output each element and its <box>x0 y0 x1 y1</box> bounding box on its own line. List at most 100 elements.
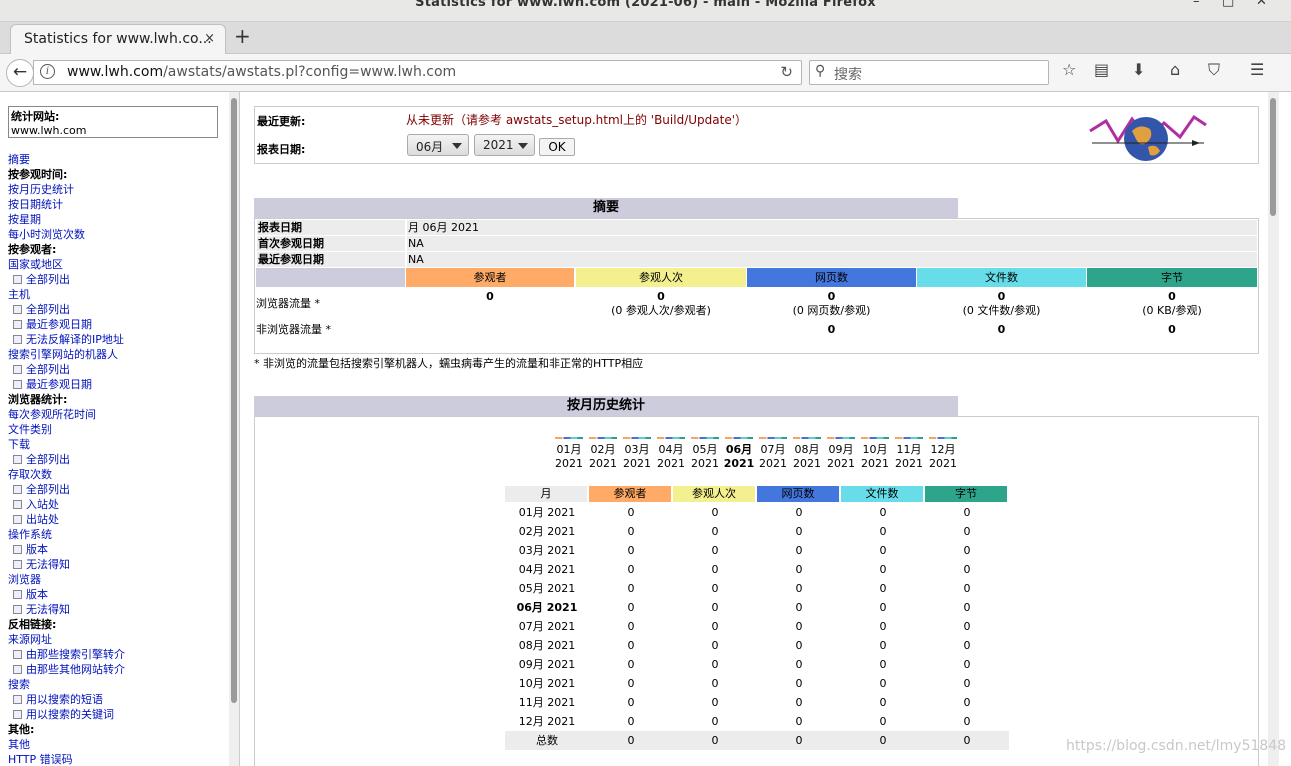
list-icon <box>13 305 22 314</box>
list-icon <box>13 365 22 374</box>
sidebar-item[interactable]: 主机 <box>8 287 228 302</box>
sidebar-item[interactable]: 下载 <box>8 437 228 452</box>
minimize-icon[interactable]: – <box>1193 0 1200 9</box>
sidebar-item[interactable]: 每次参观所花时间 <box>8 407 228 422</box>
list-icon <box>13 455 22 464</box>
ok-button[interactable]: OK <box>539 138 575 156</box>
list-icon <box>13 380 22 389</box>
sidebar-item[interactable]: 国家或地区 <box>8 257 228 272</box>
th-visitors: 参观者 <box>589 486 671 502</box>
list-icon <box>13 650 22 659</box>
sidebar-item[interactable]: 来源网址 <box>8 632 228 647</box>
window-titlebar: Statistics for www.lwh.com (2021-06) - m… <box>0 0 1291 22</box>
left-menu-frame: 统计网站: www.lwh.com 摘要 按参观时间: 按月历史统计 按日期统计 按星期… <box>0 92 240 766</box>
browser-traffic-label: 浏览器流量 * <box>256 297 320 310</box>
month-column: 10月 2021 <box>859 437 891 471</box>
browser-bytes: 0 (0 KB/参观) <box>1142 290 1202 317</box>
month-column: 08月 2021 <box>791 437 823 471</box>
left-scrollbar[interactable] <box>229 92 239 766</box>
reader-list-icon[interactable]: ▤ <box>1094 60 1109 79</box>
table-row: 06月 2021 0 0 0 0 0 <box>516 601 971 614</box>
month-column: 12月 2021 <box>927 437 959 471</box>
sidebar-item[interactable]: 按星期 <box>8 212 228 227</box>
month-select[interactable]: 06月 <box>407 134 469 156</box>
table-row: 09月 2021 0 0 0 0 0 <box>518 658 971 671</box>
sidebar-item[interactable]: 按月历史统计 <box>8 182 228 197</box>
sidebar-item[interactable]: 摘要 <box>8 152 228 167</box>
download-icon[interactable]: ⬇ <box>1132 60 1145 79</box>
sidebar-item[interactable]: 其他 <box>8 737 228 752</box>
sidebar-item: 浏览器统计: <box>8 393 68 406</box>
sidebar-item[interactable]: 版本 <box>8 587 228 602</box>
main-scrollbar[interactable] <box>1268 92 1279 766</box>
sidebar-item[interactable]: 每小时浏览次数 <box>8 227 228 242</box>
back-button-icon[interactable]: ← <box>6 59 34 87</box>
sidebar-item: 按参观时间: <box>8 168 68 181</box>
sidebar-item[interactable]: 由那些其他网站转介 <box>8 662 228 677</box>
table-row: 07月 2021 0 0 0 0 0 <box>518 620 971 633</box>
url-bar[interactable]: i www.lwh.com/awstats/awstats.pl?config=… <box>33 60 802 85</box>
traffic-note: * 非浏览的流量包括搜索引擎机器人，蠕虫病毒产生的流量和非正常的HTTP相应 <box>254 357 644 370</box>
month-column: 04月 2021 <box>655 437 687 471</box>
info-icon[interactable]: i <box>40 64 55 79</box>
maximize-icon[interactable]: □ <box>1222 0 1234 9</box>
th-pages: 网页数 <box>757 486 839 502</box>
browser-files: 0 (0 文件数/参观) <box>962 290 1041 317</box>
table-row: 01月 2021 0 0 0 0 0 <box>518 506 971 519</box>
sidebar-item[interactable]: 入站处 <box>8 497 228 512</box>
tab-bar: Statistics for www.lwh.co... × + <box>0 22 1291 54</box>
sidebar-item[interactable]: 搜索 <box>8 677 228 692</box>
sidebar-item[interactable]: 最近参观日期 <box>8 317 228 332</box>
sidebar-item[interactable]: 全部列出 <box>8 452 228 467</box>
sidebar-item[interactable]: 搜索引擎网站的机器人 <box>8 347 228 362</box>
list-icon <box>13 335 22 344</box>
sidebar-item[interactable]: 全部列出 <box>8 272 228 287</box>
home-icon[interactable]: ⌂ <box>1170 60 1180 79</box>
sidebar-item[interactable]: 操作系统 <box>8 527 228 542</box>
nav-toolbar: ← i www.lwh.com/awstats/awstats.pl?confi… <box>0 54 1291 92</box>
table-row: 总数 0 0 0 0 0 <box>505 731 1009 750</box>
month-column: 05月 2021 <box>689 437 721 471</box>
month-column: 09月 2021 <box>825 437 857 471</box>
browser-tab[interactable]: Statistics for www.lwh.co... × <box>10 24 226 54</box>
pocket-icon[interactable]: ⛉ <box>1208 60 1220 80</box>
month-column: 07月 2021 <box>757 437 789 471</box>
sidebar-item[interactable]: 由那些搜索引擎转介 <box>8 647 228 662</box>
th-bytes: 字节 <box>925 486 1007 502</box>
sidebar-item[interactable]: 最近参观日期 <box>8 377 228 392</box>
sidebar-item[interactable]: 浏览器 <box>8 572 228 587</box>
search-input[interactable]: ⚲ 搜索 <box>809 60 1049 85</box>
history-box: 01月 2021 02月 2021 03月 2021 04月 2021 05月 2021 06月 20… <box>254 416 1259 766</box>
sidebar-item[interactable]: 全部列出 <box>8 302 228 317</box>
month-column: 06月 2021 <box>723 437 755 471</box>
table-row: 10月 2021 0 0 0 0 0 <box>518 677 971 690</box>
sidebar-item[interactable]: 全部列出 <box>8 482 228 497</box>
sidebar-item[interactable]: 无法得知 <box>8 557 228 572</box>
sidebar-item[interactable]: 按日期统计 <box>8 197 228 212</box>
summary-empty-header <box>256 268 405 287</box>
last-update-value[interactable]: 从未更新（请参考 awstats_setup.html上的 'Build/Upd… <box>406 111 747 128</box>
sidebar-item[interactable]: 出站处 <box>8 512 228 527</box>
sidebar-item[interactable]: 用以搜索的关键词 <box>8 707 228 722</box>
bookmark-star-icon[interactable]: ☆ <box>1062 60 1076 79</box>
nonbrowser-traffic-label: 非浏览器流量 * <box>256 323 331 336</box>
sidebar-item[interactable]: 无法得知 <box>8 602 228 617</box>
summary-row: 最近参观日期 NA <box>256 252 1258 267</box>
year-select[interactable]: 2021 <box>474 134 535 156</box>
site-box: 统计网站: www.lwh.com <box>8 106 218 138</box>
sidebar-item[interactable]: 全部列出 <box>8 362 228 377</box>
list-icon <box>13 485 22 494</box>
sidebar-item[interactable]: 存取次数 <box>8 467 228 482</box>
sidebar-item[interactable]: 用以搜索的短语 <box>8 692 228 707</box>
sidebar-item[interactable]: 版本 <box>8 542 228 557</box>
tab-close-icon[interactable]: × <box>204 31 215 46</box>
sidebar-item[interactable]: 文件类别 <box>8 422 228 437</box>
chevron-down-icon <box>518 143 528 149</box>
url-text[interactable]: www.lwh.com/awstats/awstats.pl?config=ww… <box>67 64 456 80</box>
sidebar-item[interactable]: HTTP 错误码 <box>8 752 228 766</box>
sidebar-item[interactable]: 无法反解译的IP地址 <box>8 332 228 347</box>
menu-icon[interactable]: ☰ <box>1250 60 1264 79</box>
reload-icon[interactable]: ↻ <box>780 63 793 81</box>
new-tab-icon[interactable]: + <box>234 24 251 48</box>
close-window-icon[interactable]: ✕ <box>1256 0 1267 9</box>
